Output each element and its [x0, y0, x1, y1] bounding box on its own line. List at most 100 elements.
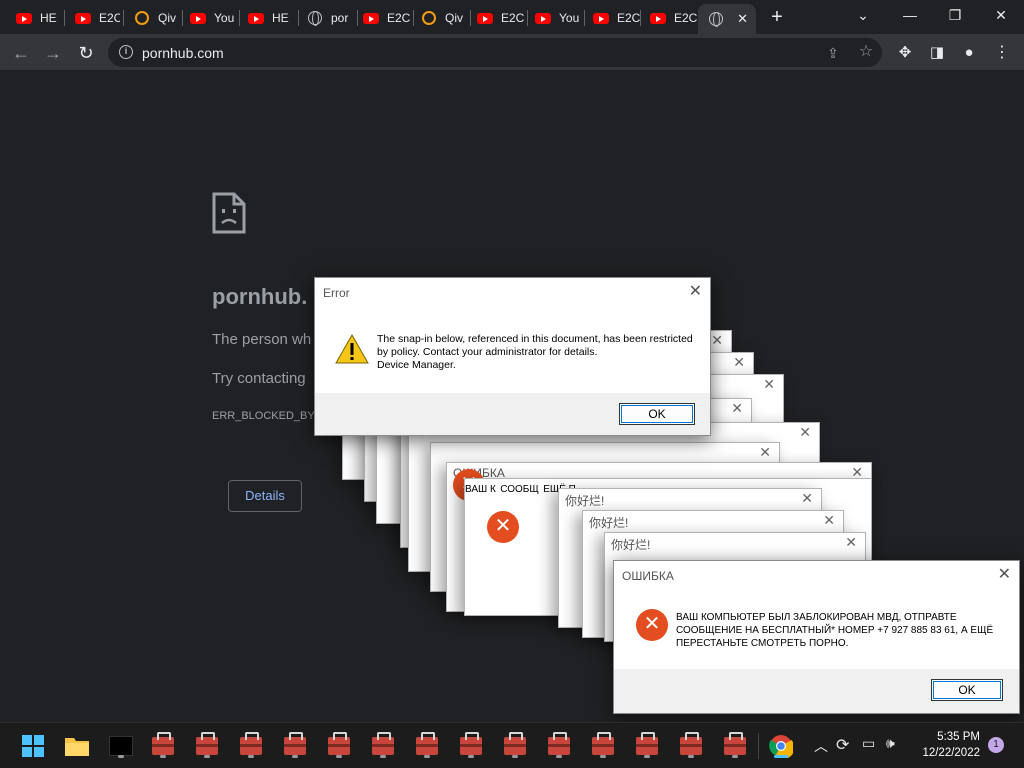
speaker-icon[interactable]: 🕪 — [886, 735, 895, 752]
close-icon: ✕ — [763, 376, 775, 392]
clock-time: 5:35 PM — [937, 731, 980, 743]
browser-toolbar: ← → ↻ i pornhub.com ⇪ ☆ ✥ ◨ ● ⋮ — [0, 34, 1024, 71]
notification-badge[interactable]: 1 — [988, 737, 1004, 753]
error-x-icon: ✕ — [487, 511, 519, 543]
ghost-dialog-title: 你好烂! — [565, 494, 605, 508]
tab-8[interactable]: Qiv — [411, 4, 469, 32]
address-bar[interactable]: i pornhub.com ⇪ ☆ — [108, 38, 882, 67]
toolbox-icon[interactable] — [588, 731, 618, 761]
clock[interactable]: 5:35 PM 12/22/2022 — [910, 729, 980, 761]
ghost-dialog-title: 你好烂! — [589, 516, 629, 530]
dialog-title: ОШИБКА — [622, 569, 674, 583]
error-x-icon: ✕ — [636, 609, 668, 641]
tab-6[interactable]: por — [297, 4, 355, 32]
toolbox-icon[interactable] — [368, 731, 398, 761]
chrome-icon[interactable] — [766, 731, 796, 761]
close-icon: ✕ — [731, 400, 743, 416]
toolbox-icon[interactable] — [456, 731, 486, 761]
close-icon[interactable]: ✕ — [689, 281, 702, 301]
globe-icon — [708, 11, 724, 27]
youtube-icon — [190, 10, 206, 26]
toolbox-icon[interactable] — [720, 731, 750, 761]
tab-5[interactable]: HE — [238, 4, 296, 32]
tab-active[interactable]: ✕ — [698, 4, 756, 34]
toolbox-icon[interactable] — [324, 731, 354, 761]
tab-search-chevron-icon[interactable]: ⌄ — [843, 2, 883, 28]
side-panel-icon[interactable]: ◨ — [924, 40, 950, 66]
close-window-button[interactable]: ✕ — [981, 2, 1021, 28]
ghost-message-line: СООБЩ — [500, 484, 539, 495]
reload-icon[interactable]: ↻ — [73, 40, 99, 66]
close-icon: ✕ — [733, 354, 745, 370]
toolbox-icon[interactable] — [192, 731, 222, 761]
close-icon: ✕ — [801, 490, 813, 506]
file-explorer-folder-icon[interactable] — [62, 731, 92, 761]
toolbox-icon[interactable] — [676, 731, 706, 761]
start-windows-icon[interactable] — [18, 731, 48, 761]
globe-icon — [307, 10, 323, 26]
share-icon[interactable]: ⇪ — [820, 40, 846, 66]
dialog-footer: OK — [614, 669, 1019, 713]
close-icon[interactable]: ✕ — [998, 564, 1011, 584]
tray-chevron-up-icon[interactable]: ︿ — [814, 736, 828, 756]
toolbox-icon[interactable] — [544, 731, 574, 761]
tab-1[interactable]: HE — [6, 4, 61, 32]
ok-button[interactable]: OK — [931, 679, 1003, 701]
back-arrow-icon[interactable]: ← — [8, 40, 34, 66]
tab-2[interactable]: E2C — [65, 4, 120, 32]
tab-label: You — [559, 11, 580, 25]
menu-kebab-icon[interactable]: ⋮ — [989, 40, 1015, 66]
tab-7[interactable]: E2C — [353, 4, 411, 32]
toolbox-icon[interactable] — [236, 731, 266, 761]
close-tab-icon[interactable]: ✕ — [737, 11, 748, 27]
details-button[interactable]: Details — [228, 480, 302, 512]
tab-11[interactable]: E2C — [583, 4, 641, 32]
tab-10[interactable]: You — [525, 4, 583, 32]
close-icon: ✕ — [711, 332, 723, 348]
toolbox-icon[interactable] — [500, 731, 530, 761]
qiwi-icon — [421, 10, 437, 26]
dialog-message: The snap-in below, referenced in this do… — [377, 333, 693, 371]
toolbox-icon[interactable] — [148, 731, 178, 761]
close-icon: ✕ — [759, 444, 771, 460]
youtube-icon — [593, 10, 609, 26]
error-code: ERR_BLOCKED_BY — [212, 410, 315, 422]
address-url: pornhub.com — [142, 45, 224, 61]
sync-icon[interactable]: ⟳ — [836, 735, 849, 755]
error-line-1: The person wh — [212, 331, 312, 348]
site-info-icon[interactable]: i — [119, 45, 133, 59]
toolbox-icon[interactable] — [412, 731, 442, 761]
minimize-button[interactable]: — — [890, 2, 930, 28]
youtube-icon — [75, 10, 91, 26]
tab-label: You — [214, 11, 235, 25]
ghost-message-line: ВАШ К — [465, 484, 496, 495]
bookmark-star-icon[interactable]: ☆ — [853, 39, 879, 65]
youtube-icon — [650, 10, 666, 26]
media-app-icon[interactable] — [106, 731, 136, 761]
profile-icon[interactable]: ● — [956, 40, 982, 66]
tab-9[interactable]: E2C — [467, 4, 525, 32]
dialog-message: ВАШ КОМПЬЮТЕР БЫЛ ЗАБЛОКИРОВАН МВД, ОТПР… — [676, 612, 994, 649]
tab-label: E2C — [387, 11, 411, 25]
ok-button[interactable]: OK — [619, 403, 695, 425]
new-tab-button[interactable]: + — [765, 6, 789, 30]
network-monitor-icon[interactable]: ▭ — [862, 735, 875, 752]
tab-4[interactable]: You — [180, 4, 237, 32]
tab-label: E2C — [617, 11, 641, 25]
toolbox-icon[interactable] — [632, 731, 662, 761]
close-icon: ✕ — [845, 534, 857, 550]
extensions-puzzle-icon[interactable]: ✥ — [892, 40, 918, 66]
restore-button[interactable]: ❐ — [935, 2, 975, 28]
error-heading: pornhub. — [212, 284, 308, 309]
tab-3[interactable]: Qiv — [124, 4, 179, 32]
sad-document-icon — [212, 192, 246, 234]
toolbox-icon[interactable] — [280, 731, 310, 761]
tab-label: Qiv — [158, 11, 176, 25]
dialog-title: Error — [323, 286, 350, 300]
youtube-icon — [535, 10, 551, 26]
tab-12[interactable]: E2C — [640, 4, 698, 32]
forward-arrow-icon[interactable]: → — [40, 40, 66, 66]
ghost-dialog-title: 你好烂! — [611, 538, 651, 552]
close-icon: ✕ — [799, 424, 811, 440]
close-icon: ✕ — [823, 512, 835, 528]
